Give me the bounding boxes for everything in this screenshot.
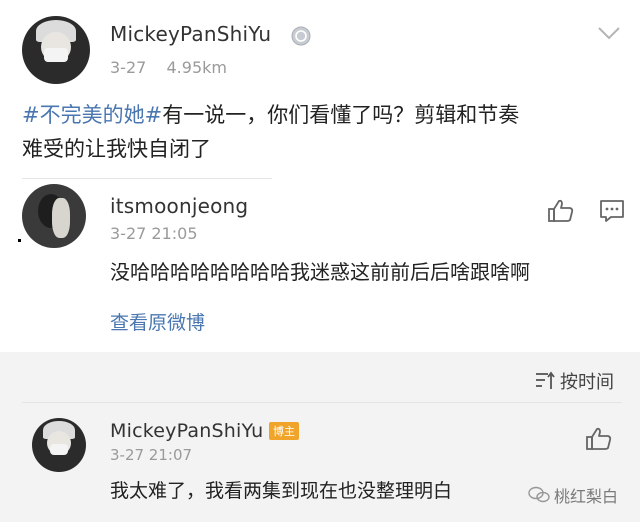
reply-divider — [22, 402, 622, 403]
sort-label: 按时间 — [560, 372, 614, 393]
post-topic-link[interactable]: #不完美的她# — [22, 103, 162, 127]
blogger-badge: 博主 — [269, 422, 299, 440]
watermark: 桃红梨白 — [528, 484, 618, 506]
commenter-avatar[interactable] — [22, 184, 86, 248]
thumbs-up-icon[interactable] — [584, 424, 614, 454]
blogger-badge-label: 博主 — [273, 425, 295, 438]
post-author-avatar[interactable] — [22, 16, 90, 84]
post-text-line1: 有一说一，你们看懂了吗？剪辑和节奏 — [162, 103, 520, 127]
comment-text: 没哈哈哈哈哈哈哈哈我迷惑这前前后后啥跟啥啊 — [110, 260, 530, 284]
reply-time: 3-27 21:07 — [110, 446, 193, 464]
chevron-down-icon[interactable] — [596, 24, 622, 42]
post-text: #不完美的她#有一说一，你们看懂了吗？剪辑和节奏 难受的让我快自闭了 — [22, 98, 622, 166]
comment-icon[interactable] — [598, 198, 626, 224]
reply-author-avatar[interactable] — [32, 418, 86, 472]
post-distance: 4.95km — [166, 58, 227, 77]
sort-control[interactable]: 按时间 — [534, 368, 614, 394]
comment-time: 3-27 21:05 — [110, 224, 198, 243]
reply-text: 我太难了，我看两集到现在也没整理明白 — [110, 480, 453, 502]
post-date: 3-27 — [110, 58, 147, 77]
view-original-link[interactable]: 查看原微博 — [110, 308, 205, 335]
thumbs-up-icon[interactable] — [546, 196, 576, 226]
watermark-text: 桃红梨白 — [554, 487, 619, 506]
post-author-name[interactable]: MickeyPanShiYu — [110, 22, 271, 46]
post-text-line2: 难受的让我快自闭了 — [22, 137, 211, 161]
post-meta: 3-27 4.95km — [110, 58, 227, 77]
dot-mark — [18, 239, 21, 242]
sort-icon — [534, 370, 556, 392]
reply-author-name[interactable]: MickeyPanShiYu — [110, 420, 263, 442]
wechat-icon — [528, 486, 550, 504]
commenter-name[interactable]: itsmoonjeong — [110, 194, 248, 218]
verified-badge-icon — [291, 26, 311, 46]
post-divider — [22, 178, 272, 179]
